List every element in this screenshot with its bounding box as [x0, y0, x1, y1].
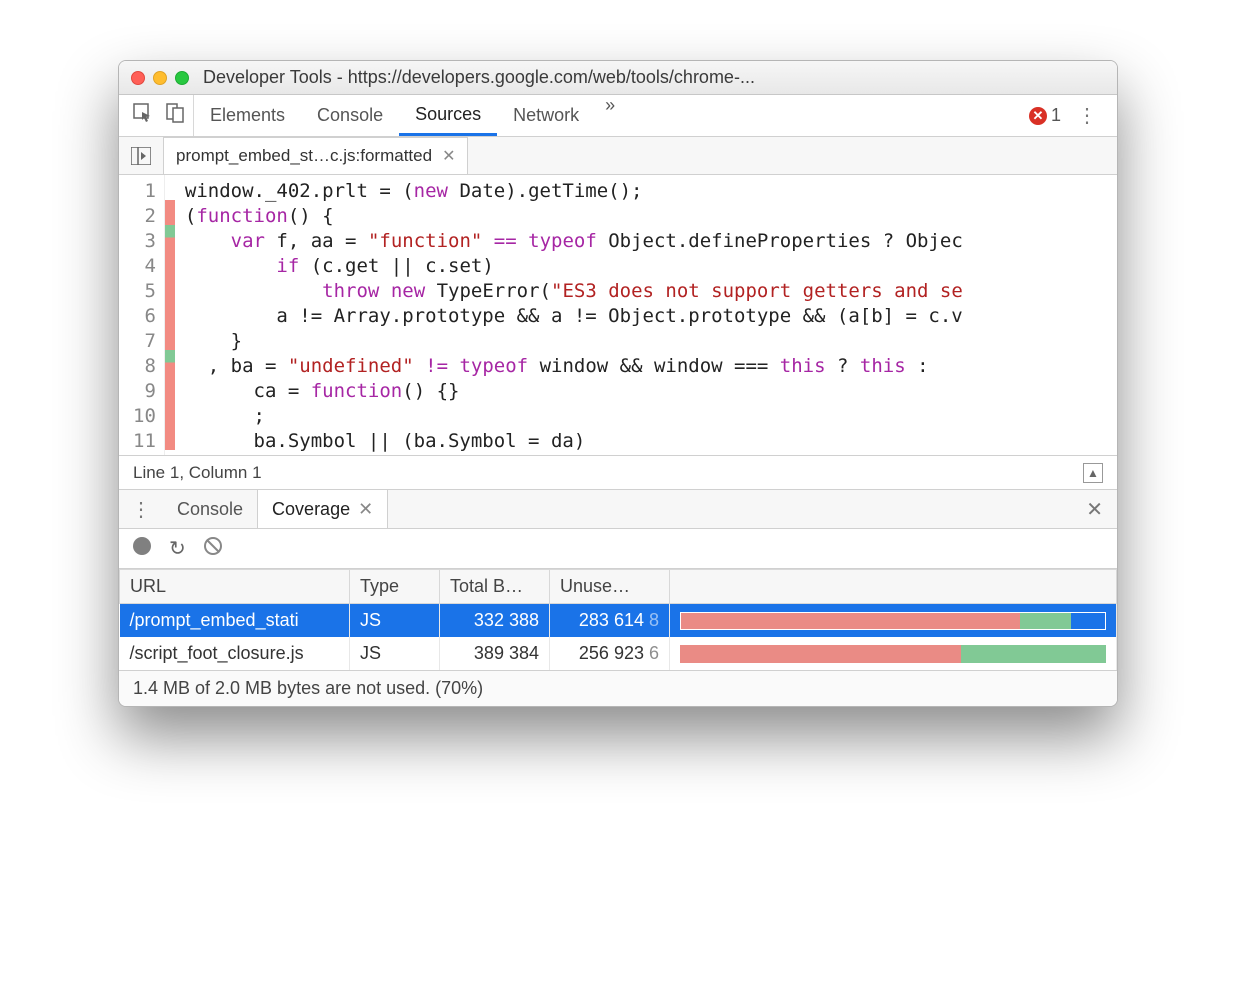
tab-elements[interactable]: Elements: [194, 95, 301, 136]
window-title: Developer Tools - https://developers.goo…: [203, 67, 1105, 88]
cell-url: /prompt_embed_stati: [120, 604, 350, 638]
navigator-toggle-icon[interactable]: [119, 137, 164, 174]
cell-usage-bar: [670, 637, 1117, 670]
cell-unused-bytes: 283 614 8: [550, 604, 670, 638]
col-type[interactable]: Type: [350, 570, 440, 604]
coverage-toolbar: ↻: [119, 529, 1117, 569]
error-icon: ✕: [1029, 107, 1047, 125]
cell-total-bytes: 332 388: [440, 604, 550, 638]
close-drawer-icon[interactable]: ✕: [1072, 497, 1117, 522]
panel-tabs: Elements Console Sources Network »: [194, 95, 625, 136]
cell-url: /script_foot_closure.js: [120, 637, 350, 670]
coverage-summary: 1.4 MB of 2.0 MB bytes are not used. (70…: [119, 670, 1117, 706]
device-toolbar-icon[interactable]: [165, 103, 185, 128]
cell-type: JS: [350, 637, 440, 670]
coverage-gutter: [165, 175, 175, 455]
zoom-window-button[interactable]: [175, 71, 189, 85]
drawer-tab-console[interactable]: Console: [163, 490, 257, 528]
more-tabs-icon[interactable]: »: [595, 95, 625, 136]
cell-usage-bar: [670, 604, 1117, 638]
clear-icon[interactable]: [204, 537, 222, 561]
error-count-badge[interactable]: ✕ 1: [1029, 105, 1061, 126]
main-toolbar: Elements Console Sources Network » ✕ 1 ⋮: [119, 95, 1117, 137]
drawer-tab-bar: ⋮ Console Coverage ✕ ✕: [119, 489, 1117, 529]
close-tab-icon[interactable]: ✕: [358, 499, 373, 520]
traffic-lights: [131, 71, 189, 85]
devtools-window: Developer Tools - https://developers.goo…: [118, 60, 1118, 707]
error-count: 1: [1051, 105, 1061, 126]
table-row[interactable]: /prompt_embed_statiJS332 388283 614 8: [120, 604, 1117, 638]
file-tab-label: prompt_embed_st…c.js:formatted: [176, 146, 432, 166]
collapse-drawer-icon[interactable]: ▲: [1083, 463, 1103, 483]
cursor-position: Line 1, Column 1: [133, 463, 262, 483]
table-header-row: URL Type Total B… Unuse…: [120, 570, 1117, 604]
editor-status-bar: Line 1, Column 1 ▲: [119, 455, 1117, 489]
tab-console[interactable]: Console: [301, 95, 399, 136]
settings-menu-icon[interactable]: ⋮: [1071, 103, 1103, 128]
code-content: window._402.prlt = (new Date).getTime();…: [175, 175, 963, 455]
reload-icon[interactable]: ↻: [169, 536, 186, 561]
col-unused[interactable]: Unuse…: [550, 570, 670, 604]
cell-total-bytes: 389 384: [440, 637, 550, 670]
tab-network[interactable]: Network: [497, 95, 595, 136]
drawer-menu-icon[interactable]: ⋮: [119, 497, 163, 522]
table-row[interactable]: /script_foot_closure.jsJS389 384256 923 …: [120, 637, 1117, 670]
file-tab[interactable]: prompt_embed_st…c.js:formatted ✕: [163, 137, 468, 174]
cell-unused-bytes: 256 923 6: [550, 637, 670, 670]
close-file-icon[interactable]: ✕: [442, 146, 455, 166]
drawer-tab-coverage[interactable]: Coverage ✕: [257, 490, 388, 528]
tab-sources[interactable]: Sources: [399, 95, 497, 136]
col-url[interactable]: URL: [120, 570, 350, 604]
minimize-window-button[interactable]: [153, 71, 167, 85]
inspect-element-icon[interactable]: [133, 103, 153, 128]
cell-type: JS: [350, 604, 440, 638]
coverage-table: URL Type Total B… Unuse… /prompt_embed_s…: [119, 569, 1117, 670]
close-window-button[interactable]: [131, 71, 145, 85]
record-button[interactable]: [133, 537, 151, 561]
col-usage-bar[interactable]: [670, 570, 1117, 604]
code-editor[interactable]: 1234567891011 window._402.prlt = (new Da…: [119, 175, 1117, 455]
file-tab-bar: prompt_embed_st…c.js:formatted ✕: [119, 137, 1117, 175]
titlebar: Developer Tools - https://developers.goo…: [119, 61, 1117, 95]
line-number-gutter: 1234567891011: [119, 175, 165, 455]
col-total[interactable]: Total B…: [440, 570, 550, 604]
